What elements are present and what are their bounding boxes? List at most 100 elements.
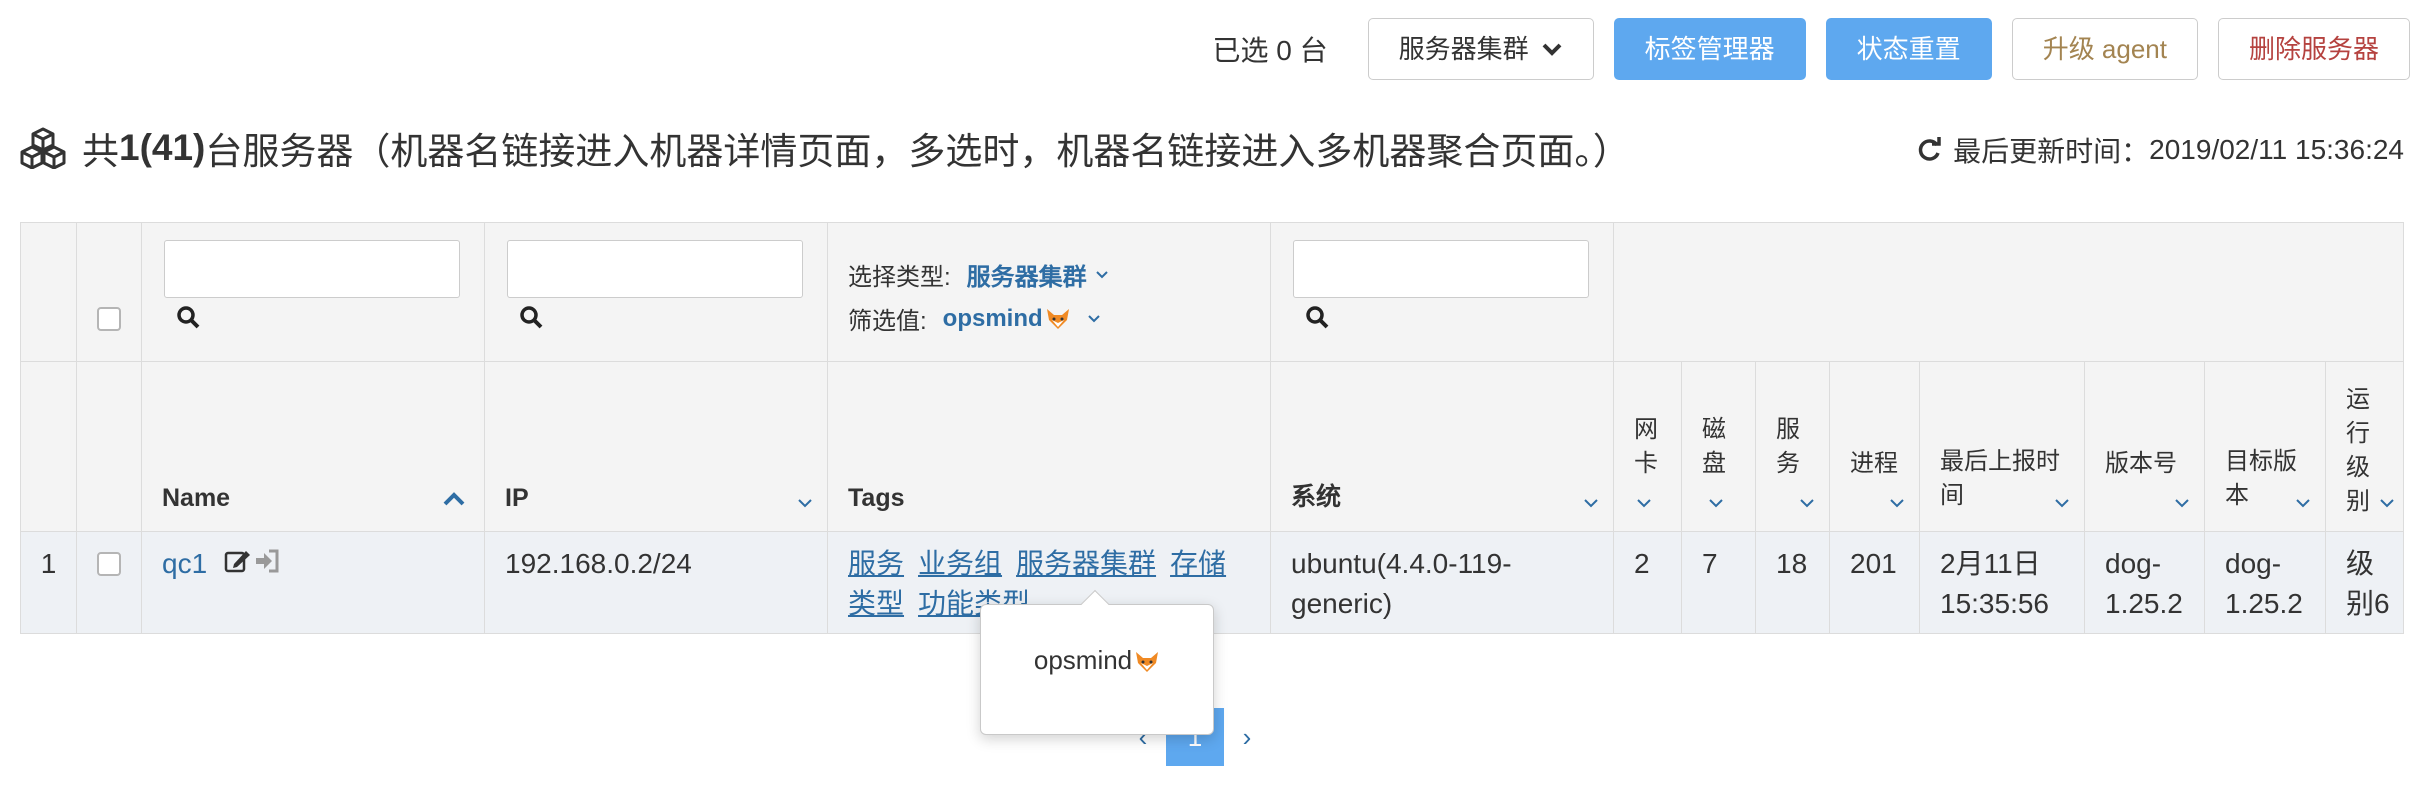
host-name-link[interactable]: qc1 [162,544,207,584]
row-ip-cell: 192.168.0.2/24 [484,531,828,634]
os-header-label: 系统 [1291,483,1342,511]
type-value: 服务器集群 [966,264,1087,291]
chevron-down-icon [1541,41,1563,57]
column-header-run-level[interactable]: 运行级别 [2325,361,2404,532]
nic-header-label: 网卡 [1634,416,1658,477]
service-header-label: 服务 [1776,416,1800,477]
chevron-down-icon [1095,270,1109,280]
column-header-name[interactable]: Name [141,361,485,532]
cluster-dropdown-button[interactable]: 服务器集群 [1367,18,1594,80]
edit-icon[interactable] [224,548,252,579]
updated-label: 最后更新时间： [1953,136,2150,167]
chevron-down-icon[interactable] [2054,497,2070,509]
cubes-icon [20,127,66,169]
chevron-down-icon [1087,314,1101,324]
version-value: dog- 1.25.2 [2105,548,2183,619]
os-filter-input[interactable] [1293,240,1589,298]
chevron-down-icon[interactable] [2295,497,2311,509]
upgrade-agent-button[interactable]: 升级 agent [2011,18,2198,80]
row-nic-cell: 2 [1613,531,1682,634]
filter-cell-rest [1613,222,2404,362]
type-dropdown[interactable]: 服务器集群 [967,257,1109,292]
run-level-value: 级别6 [2346,548,2390,619]
column-header-disk[interactable]: 磁盘 [1681,361,1756,532]
chevron-down-icon[interactable] [1889,497,1905,509]
row-run-level-cell: 级别6 [2325,531,2404,634]
column-header-version[interactable]: 版本号 [2084,361,2205,532]
type-selector: 选择类型: 服务器集群 [848,257,1109,292]
filter-cell-select-all [76,222,142,362]
tag-tooltip: opsmind [980,589,1214,735]
os-value: ubuntu(4.4.0-119- generic) [1291,548,1512,619]
row-index-cell: 1 [20,531,77,634]
chevron-down-icon[interactable] [1799,497,1815,509]
type-label: 选择类型: [848,264,951,291]
disk-value: 7 [1702,548,1718,579]
login-icon[interactable] [254,548,280,579]
column-header-target-version[interactable]: 目标版本 [2204,361,2326,532]
host-actions [224,548,280,579]
tags-header-label: Tags [848,484,905,512]
title-suffix: 台服务器（机器名链接进入机器详情页面，多选时，机器名链接进入多机器聚合页面。） [205,131,1630,172]
filter-cell-name [141,222,485,362]
delete-server-button[interactable]: 删除服务器 [2217,18,2410,80]
status-reset-button[interactable]: 状态重置 [1825,18,1992,80]
filter-value-label: 筛选值: [848,308,927,335]
tooltip-text: opsmind [981,645,1213,676]
column-header-process[interactable]: 进程 [1829,361,1920,532]
ip-header-label: IP [505,484,529,512]
service-value: 18 [1776,548,1808,579]
sort-ascending-icon[interactable] [442,491,466,507]
row-checkbox[interactable] [97,552,121,576]
tag-link[interactable]: 类型 [848,588,904,619]
selected-count: 已选 0 台 [1212,35,1328,66]
tag-manager-button[interactable]: 标签管理器 [1613,18,1806,80]
row-version-cell: dog- 1.25.2 [2084,531,2205,634]
filter-cell-os [1270,222,1614,362]
last-report-value: 2月11日 15:35:56 [1940,548,2049,619]
filter-cell-tags: 选择类型: 服务器集群 筛选值: opsmind [827,222,1271,362]
next-page-button[interactable]: › [1224,708,1270,766]
row-name-cell: qc1 [141,531,485,634]
header-cell-select [76,361,142,532]
fox-icon [1045,306,1071,332]
target-version-header-label: 目标版本 [2225,448,2297,509]
row-disk-cell: 7 [1681,531,1756,634]
search-icon[interactable] [519,305,543,329]
column-header-service[interactable]: 服务 [1755,361,1830,532]
tag-link[interactable]: 业务组 [918,548,1002,579]
filter-value-dropdown[interactable]: opsmind [943,305,1101,333]
search-icon[interactable] [176,305,200,329]
search-icon[interactable] [1305,305,1329,329]
refresh-icon[interactable] [1915,136,1943,164]
row-select-cell [76,531,142,634]
toolbar: 已选 0 台 服务器集群 标签管理器 状态重置 升级 agent 删除服务器 [1212,18,2410,80]
ip-filter-input[interactable] [507,240,803,298]
row-process-cell: 201 [1829,531,1920,634]
column-header-last-report[interactable]: 最后上报时间 [1919,361,2085,532]
cluster-dropdown-label: 服务器集群 [1398,34,1529,64]
chevron-down-icon[interactable] [797,497,813,509]
column-header-nic[interactable]: 网卡 [1613,361,1682,532]
name-header-label: Name [162,484,231,512]
row-last-report-cell: 2月11日 15:35:56 [1919,531,2085,634]
disk-header-label: 磁盘 [1702,416,1726,477]
chevron-down-icon[interactable] [1583,497,1599,509]
row-service-cell: 18 [1755,531,1830,634]
header-cell-index [20,361,77,532]
chevron-down-icon[interactable] [1636,497,1652,509]
tag-link[interactable]: 服务 [848,548,904,579]
value-selector: 筛选值: opsmind [848,301,1101,336]
name-filter-input[interactable] [164,240,460,298]
chevron-down-icon[interactable] [2174,497,2190,509]
select-all-checkbox[interactable] [97,307,121,331]
chevron-down-icon[interactable] [2379,497,2395,509]
column-header-ip[interactable]: IP [484,361,828,532]
tag-link[interactable]: 服务器集群 [1016,548,1156,579]
chevron-down-icon[interactable] [1708,497,1724,509]
tag-link[interactable]: 存储 [1170,548,1226,579]
row-index: 1 [40,548,57,579]
nic-value: 2 [1634,548,1650,579]
target-version-value: dog- 1.25.2 [2225,548,2303,619]
column-header-os[interactable]: 系统 [1270,361,1614,532]
